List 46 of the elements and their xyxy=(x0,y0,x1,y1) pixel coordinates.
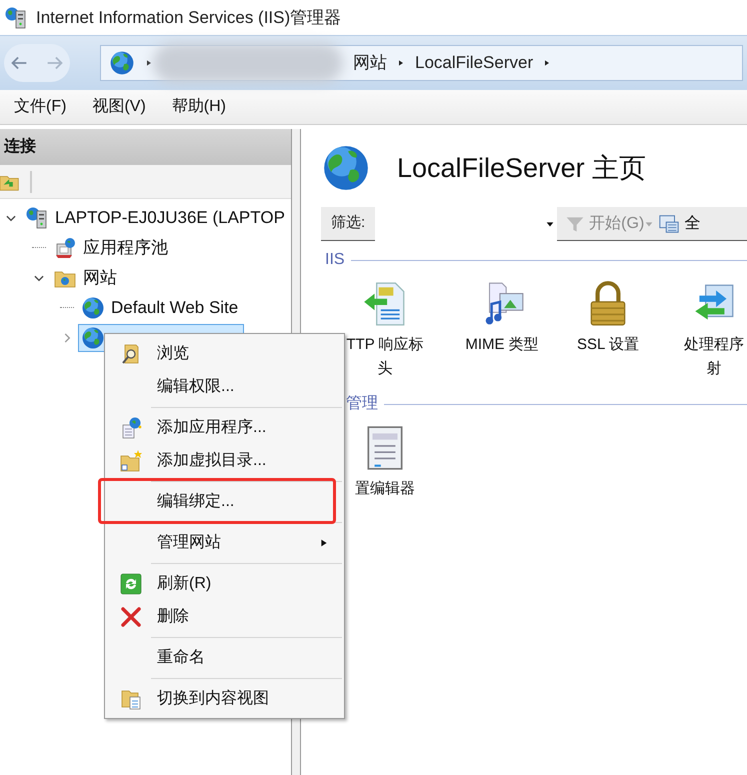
address-field[interactable]: 网站 LocalFileServer xyxy=(100,45,743,81)
feature-label[interactable]: SSL 设置 xyxy=(577,333,639,357)
menu-item[interactable]: 切换到内容视图 xyxy=(105,682,344,715)
menu-item[interactable]: 重命名 xyxy=(105,641,344,674)
feature-label[interactable]: TTP 响应标 头 xyxy=(346,333,424,381)
menu-item[interactable]: 添加应用程序... xyxy=(105,411,344,444)
breadcrumb-link[interactable]: 网站 xyxy=(353,50,387,76)
globe-icon xyxy=(81,296,105,320)
menu-item[interactable]: 管理网站 xyxy=(105,526,344,559)
breadcrumb-link[interactable]: LocalFileServer xyxy=(415,50,534,76)
window-grid-icon xyxy=(658,212,680,234)
menu-item[interactable]: 刷新(R) xyxy=(105,567,344,600)
menu-item[interactable]: 删除 xyxy=(105,600,344,633)
application-pool-icon xyxy=(53,236,77,260)
feature-label[interactable]: 置编辑器 xyxy=(355,477,415,501)
globe-icon xyxy=(81,326,105,350)
globe-icon xyxy=(109,50,135,76)
tree-item[interactable]: 应用程序池 xyxy=(50,234,171,262)
globe-icon xyxy=(321,143,371,193)
page-title: LocalFileServer 主页 xyxy=(397,152,646,185)
menu-item[interactable]: 编辑权限... xyxy=(105,370,344,403)
menu-item[interactable]: 添加虚拟目录... xyxy=(105,444,344,477)
add-folder-icon xyxy=(119,448,143,472)
refresh-icon xyxy=(119,572,143,596)
menu-item[interactable]: 帮助(H) xyxy=(162,95,236,119)
app-icon xyxy=(4,6,28,30)
breadcrumb-arrow-icon xyxy=(543,58,552,68)
menu-item[interactable]: 视图(V) xyxy=(82,95,156,119)
server-icon xyxy=(25,206,49,230)
menu-item[interactable]: 编辑绑定... xyxy=(105,485,344,518)
feature-label[interactable]: MIME 类型 xyxy=(465,333,539,357)
menu-item[interactable]: 文件(F) xyxy=(4,95,76,119)
filter-label: 筛选: xyxy=(330,213,366,234)
pane-title: 连接 xyxy=(4,136,36,157)
menu-item[interactable]: 浏览 xyxy=(105,337,344,370)
group-title: 管理 xyxy=(346,394,378,414)
show-all-button[interactable]: 全 xyxy=(654,212,700,236)
window-title: Internet Information Services (IIS)管理器 xyxy=(36,6,342,29)
breadcrumb-arrow-icon xyxy=(145,58,153,68)
delete-icon xyxy=(119,604,143,628)
group-title: IIS xyxy=(325,250,345,270)
tree-item[interactable]: Default Web Site xyxy=(78,294,242,322)
feature-label[interactable]: 处理程序 射 xyxy=(684,333,744,381)
breadcrumb-arrow-icon xyxy=(397,58,405,68)
tree-item[interactable]: LAPTOP-EJ0JU36E (LAPTOP xyxy=(22,204,288,232)
tree-item[interactable]: 网站 xyxy=(50,264,120,292)
